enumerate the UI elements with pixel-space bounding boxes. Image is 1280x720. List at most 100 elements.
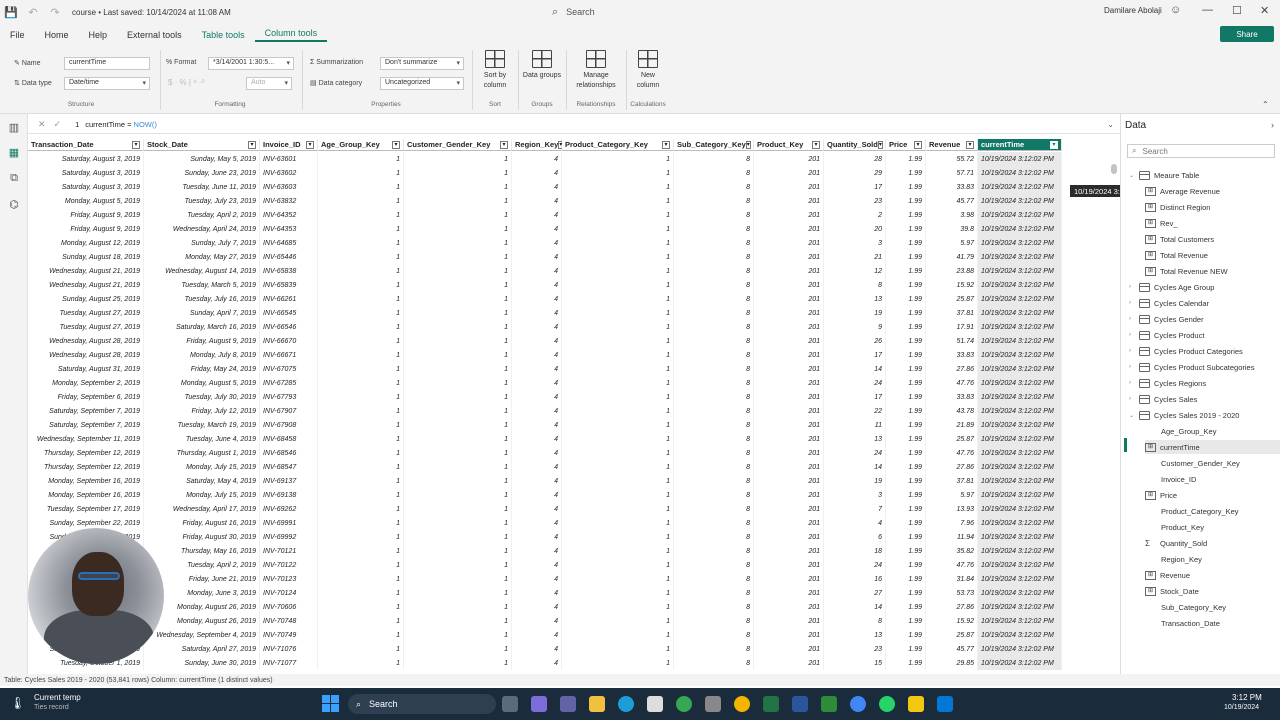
table-cell[interactable]: 1.99: [886, 320, 926, 334]
column-filter-icon[interactable]: ▾: [1050, 140, 1058, 149]
table-cell[interactable]: 1: [562, 656, 674, 670]
table-cell[interactable]: 201: [754, 180, 824, 194]
table-cell[interactable]: 10/19/2024 3:12:02 PM: [978, 586, 1062, 600]
table-cell[interactable]: 1.99: [886, 250, 926, 264]
table-cell[interactable]: 1: [318, 488, 404, 502]
table-cell[interactable]: 4: [512, 334, 562, 348]
table-cell[interactable]: 4: [512, 152, 562, 166]
file-explorer-icon[interactable]: [589, 696, 605, 712]
table-cell[interactable]: 35.82: [926, 544, 978, 558]
table-cell[interactable]: 8: [824, 278, 886, 292]
table-cell[interactable]: Friday, August 30, 2019: [144, 530, 260, 544]
table-cell[interactable]: 17: [824, 180, 886, 194]
table-cell[interactable]: 10/19/2024 3:12:02 PM: [978, 306, 1062, 320]
table-cell[interactable]: 1: [318, 306, 404, 320]
table-cell[interactable]: 20: [824, 222, 886, 236]
table-cell[interactable]: 1: [404, 194, 512, 208]
table-cell[interactable]: INV-69137: [260, 474, 318, 488]
field-search-input[interactable]: ⌕ Search: [1127, 144, 1275, 158]
table-cell[interactable]: 201: [754, 306, 824, 320]
table-cell[interactable]: 201: [754, 320, 824, 334]
table-cell[interactable]: 4: [512, 376, 562, 390]
column-filter-icon[interactable]: ▾: [392, 140, 400, 149]
table-cell[interactable]: 1: [404, 656, 512, 670]
table-cell[interactable]: Monday, September 16, 2019: [28, 488, 144, 502]
table-cell[interactable]: Monday, September 16, 2019: [28, 474, 144, 488]
menu-table-tools[interactable]: Table tools: [192, 30, 255, 40]
table-cell[interactable]: 1: [318, 516, 404, 530]
table-cell[interactable]: 1.99: [886, 614, 926, 628]
table-cell[interactable]: 8: [674, 460, 754, 474]
table-cell[interactable]: Monday, August 5, 2019: [28, 194, 144, 208]
table-cell[interactable]: 1: [318, 208, 404, 222]
table-cell[interactable]: 8: [674, 544, 754, 558]
table-cell[interactable]: 201: [754, 362, 824, 376]
table-cell[interactable]: INV-65446: [260, 250, 318, 264]
table-cell[interactable]: 201: [754, 488, 824, 502]
table-cell[interactable]: INV-66546: [260, 320, 318, 334]
table-cell[interactable]: 8: [674, 600, 754, 614]
table-cell[interactable]: 1: [562, 348, 674, 362]
table-cell[interactable]: 10/19/2024 3:12:02 PM: [978, 446, 1062, 460]
field-item[interactable]: ⊞ Revenue: [1145, 568, 1280, 582]
field-item[interactable]: ⊞ Total Customers: [1145, 232, 1280, 246]
table-cell[interactable]: 10/19/2024 3:12:02 PM: [978, 376, 1062, 390]
table-cell[interactable]: 1.99: [886, 572, 926, 586]
table-cell[interactable]: 1.99: [886, 278, 926, 292]
table-cell[interactable]: 1: [318, 264, 404, 278]
table-cell[interactable]: INV-70606: [260, 600, 318, 614]
table-cell[interactable]: 1.99: [886, 362, 926, 376]
table-cell[interactable]: INV-67285: [260, 376, 318, 390]
table-cell[interactable]: Friday, August 9, 2019: [144, 334, 260, 348]
table-cell[interactable]: 27.86: [926, 460, 978, 474]
table-cell[interactable]: 14: [824, 600, 886, 614]
table-cell[interactable]: 4: [512, 446, 562, 460]
table-cell[interactable]: 201: [754, 418, 824, 432]
table-cell[interactable]: 41.79: [926, 250, 978, 264]
table-cell[interactable]: 1.99: [886, 348, 926, 362]
table-cell[interactable]: 8: [674, 628, 754, 642]
field-item[interactable]: Customer_Gender_Key: [1161, 456, 1280, 470]
table-cell[interactable]: 1: [318, 502, 404, 516]
table-cell[interactable]: 7.96: [926, 516, 978, 530]
table-cell[interactable]: 1: [318, 152, 404, 166]
table-cell[interactable]: 201: [754, 348, 824, 362]
table-cell[interactable]: 1: [318, 320, 404, 334]
copilot-icon[interactable]: [531, 696, 547, 712]
table-cell[interactable]: 201: [754, 614, 824, 628]
chrome-icon[interactable]: [676, 696, 692, 712]
table-cell[interactable]: INV-63603: [260, 180, 318, 194]
table-cell[interactable]: 4: [512, 278, 562, 292]
chevron-right-icon[interactable]: ›: [1129, 284, 1139, 290]
table-cell[interactable]: Monday, August 26, 2019: [144, 614, 260, 628]
table-cell[interactable]: INV-67907: [260, 404, 318, 418]
column-filter-icon[interactable]: ▾: [812, 140, 820, 149]
table-cell[interactable]: 1: [562, 586, 674, 600]
table-cell[interactable]: 1: [318, 390, 404, 404]
table-cell[interactable]: 1: [318, 600, 404, 614]
table-cell[interactable]: 1: [404, 642, 512, 656]
table-cell[interactable]: Tuesday, April 2, 2019: [144, 208, 260, 222]
table-cell[interactable]: 1: [404, 292, 512, 306]
table-cell[interactable]: 4: [512, 292, 562, 306]
table-cell[interactable]: 1.99: [886, 292, 926, 306]
table-cell[interactable]: 201: [754, 544, 824, 558]
chevron-right-icon[interactable]: ›: [1129, 380, 1139, 386]
table-cell[interactable]: 43.78: [926, 404, 978, 418]
collapse-ribbon-icon[interactable]: ⌃: [1262, 100, 1269, 109]
table-cell[interactable]: 27.86: [926, 362, 978, 376]
expand-formula-icon[interactable]: ⌄: [1107, 120, 1114, 129]
table-cell[interactable]: Friday, September 6, 2019: [28, 390, 144, 404]
table-cell[interactable]: Wednesday, September 4, 2019: [144, 628, 260, 642]
table-cell[interactable]: 1: [562, 418, 674, 432]
column-header-product-key[interactable]: Product_Key ▾: [754, 139, 824, 151]
table-cell[interactable]: INV-67793: [260, 390, 318, 404]
table-cell[interactable]: 10/19/2024 3:12:02 PM: [978, 628, 1062, 642]
table-cell[interactable]: 201: [754, 502, 824, 516]
table-cell[interactable]: 1: [404, 516, 512, 530]
table-cell[interactable]: 3: [824, 236, 886, 250]
table-cell[interactable]: 1.99: [886, 334, 926, 348]
table-cell[interactable]: 201: [754, 558, 824, 572]
field-item[interactable]: ⊞ Distinct Region: [1145, 200, 1280, 214]
table-cell[interactable]: Tuesday, June 4, 2019: [144, 432, 260, 446]
